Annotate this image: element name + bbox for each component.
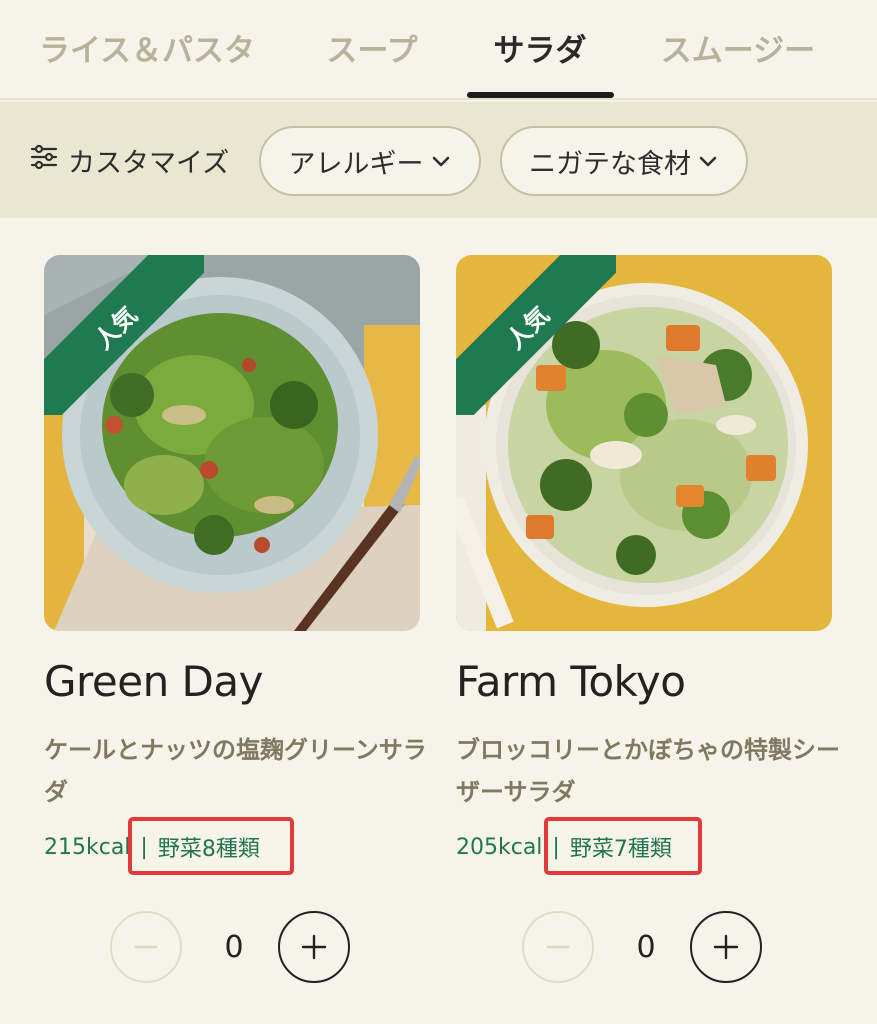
plus-icon [301,934,327,960]
minus-icon [134,945,158,949]
allergy-label: アレルギー [288,148,424,180]
product-card: 人気 Green Day ケールとナッツの塩麹グリーンサラダ 215kcal |… [44,255,427,983]
product-image[interactable]: 人気 [456,255,832,631]
customize-label: カスタマイズ [68,147,230,179]
product-meta: 205kcal | 野菜7種類 [456,831,672,863]
vegetable-count: 野菜8種類 [157,837,260,862]
chevron-down-icon [699,156,717,167]
decrease-button[interactable] [110,911,182,983]
minus-icon [546,945,570,949]
dislike-ingredient-dropdown[interactable]: ニガテな食材 [500,126,748,196]
meta-separator: | [140,834,148,860]
quantity-stepper: 0 [522,911,762,983]
tab-rice-pasta[interactable]: ライス＆パスタ [36,22,258,72]
tab-soup[interactable]: スープ [322,22,422,72]
product-description: ケールとナッツの塩麹グリーンサラダ [44,736,427,806]
product-name: Green Day [44,657,263,706]
plus-icon [713,934,739,960]
tab-smoothie[interactable]: スムージー [658,22,818,72]
category-tabs: ライス＆パスタ スープ サラダ スムージー [0,0,877,100]
customize-button[interactable]: カスタマイズ [30,140,229,180]
allergy-dropdown[interactable]: アレルギー [259,126,481,196]
sliders-icon [30,143,58,178]
calories: 205kcal [456,834,543,860]
decrease-button[interactable] [522,911,594,983]
quantity-stepper: 0 [110,911,350,983]
meta-separator: | [552,834,560,860]
dislike-label: ニガテな食材 [529,148,691,180]
product-card: 人気 Farm Tokyo ブロッコリーとかぼちゃの特製シーザーサラダ 205k… [456,255,840,983]
chevron-down-icon [432,156,449,167]
calories: 215kcal [44,834,131,860]
product-meta: 215kcal | 野菜8種類 [44,831,260,863]
quantity-value: 0 [636,929,656,965]
quantity-value: 0 [224,929,244,965]
active-tab-indicator [467,92,614,98]
product-description: ブロッコリーとかぼちゃの特製シーザーサラダ [456,736,840,806]
product-name: Farm Tokyo [456,657,686,706]
product-image[interactable]: 人気 [44,255,420,631]
increase-button[interactable] [690,911,762,983]
filter-bar: カスタマイズ アレルギー ニガテな食材 [0,102,877,218]
tab-salad[interactable]: サラダ [480,22,600,72]
vegetable-count: 野菜7種類 [569,837,672,862]
increase-button[interactable] [278,911,350,983]
